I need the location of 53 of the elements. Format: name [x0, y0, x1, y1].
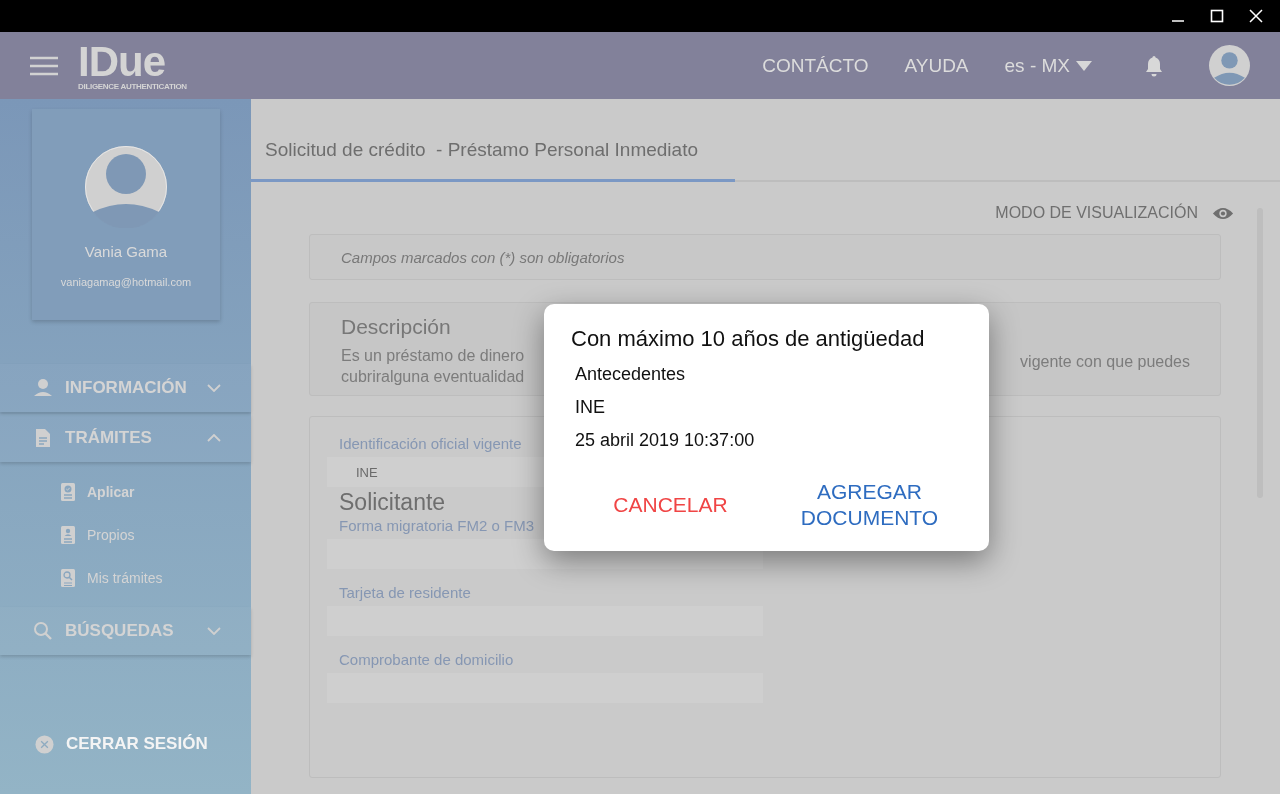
nav-label: TRÁMITES — [65, 428, 153, 448]
logout-link[interactable]: CERRAR SESIÓN — [0, 734, 251, 754]
required-fields-note: Campos marcados con (*) son obligatorios — [341, 248, 625, 266]
description-text: vigente con que puedes — [1020, 352, 1190, 372]
nav-item[interactable]: Propios — [0, 513, 251, 556]
document-icon — [33, 428, 53, 448]
nav-section[interactable]: BÚSQUEDAS — [0, 607, 251, 655]
header-link[interactable]: AYUDA — [904, 54, 969, 77]
dialog-title: Con máximo 10 años de antigüedad — [571, 326, 926, 352]
cancel-button[interactable]: CANCELAR — [585, 492, 756, 518]
field-label: Forma migratoria FM2 o FM3 — [338, 517, 535, 535]
description-title: Descripción — [341, 315, 452, 339]
field-label: Tarjeta de residente — [338, 584, 471, 602]
avatar-icon[interactable] — [1209, 45, 1250, 86]
description-text: Es un préstamo de dinero — [341, 346, 525, 366]
user-name: Vania Gama — [84, 243, 168, 260]
maximize-icon[interactable] — [1210, 9, 1224, 23]
nav-label: BÚSQUEDAS — [65, 621, 175, 641]
chevron-down-icon — [207, 627, 221, 635]
header-link[interactable]: CONTÁCTO — [762, 54, 869, 77]
language-selector[interactable]: es - MX — [1004, 54, 1092, 77]
logo: IDue — [78, 40, 165, 83]
id-card-icon — [60, 524, 76, 545]
section-heading: Solicitante — [338, 490, 446, 516]
nav-label: INFORMACIÓN — [65, 378, 188, 398]
eye-icon[interactable] — [1212, 205, 1234, 221]
bell-icon[interactable] — [1144, 54, 1164, 77]
document-name: INE — [575, 397, 606, 418]
nav-item[interactable]: Aplicar — [0, 470, 251, 513]
field-label: Comprobante de domicilio — [338, 651, 514, 669]
close-icon[interactable] — [1249, 9, 1263, 23]
search-document-icon — [60, 567, 76, 588]
user-email: vaniagamag@hotmail.com — [60, 276, 192, 288]
tab[interactable]: Solicitud de crédito - Préstamo Personal Inmediato — [251, 139, 735, 182]
nav-section[interactable]: INFORMACIÓN — [0, 364, 251, 412]
person-icon — [33, 378, 53, 398]
document-category: Antecedentes — [575, 364, 687, 385]
logo-tagline: DILIGENCE AUTHENTICATION — [78, 82, 187, 91]
document-date: 25 abril 2019 10:37:00 — [575, 430, 756, 451]
description-text: cubriralguna eventualidad — [341, 367, 525, 387]
menu-icon[interactable] — [30, 55, 58, 76]
avatar-icon — [85, 146, 167, 228]
chevron-up-icon — [207, 434, 221, 442]
search-icon — [33, 621, 53, 641]
field-label: Identificación oficial vigente — [338, 435, 522, 452]
chevron-down-icon — [207, 384, 221, 392]
badge-check-icon — [60, 481, 76, 502]
caret-icon — [1076, 60, 1092, 71]
view-mode-label: MODO DE VISUALIZACIÓN — [995, 204, 1198, 222]
nav-section[interactable]: TRÁMITES — [0, 414, 251, 462]
nav-item[interactable]: Mis trámites — [0, 556, 251, 599]
close-circle-icon — [35, 734, 54, 754]
add-document-button[interactable]: AGREGAR DOCUMENTO — [784, 479, 955, 531]
